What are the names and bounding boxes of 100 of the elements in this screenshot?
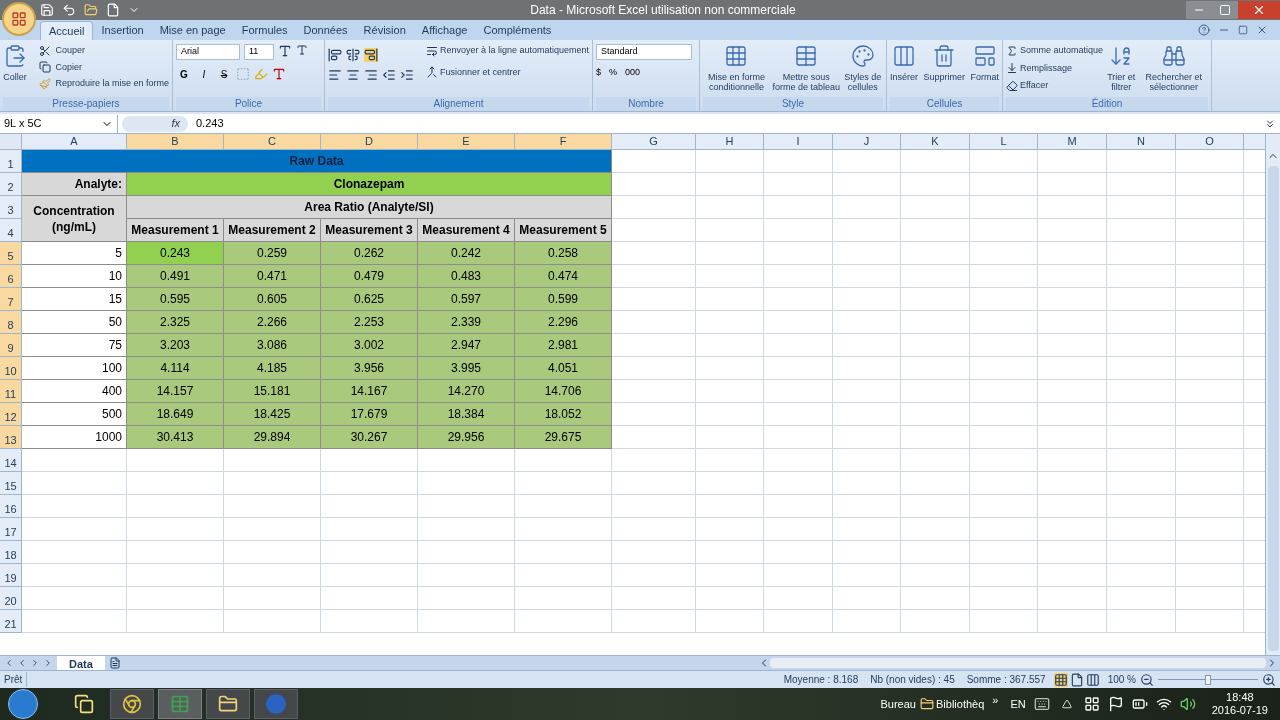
ribbon-tab[interactable]: Compléments <box>475 21 560 40</box>
clipboard-button[interactable]: Couper <box>39 44 169 58</box>
office-button[interactable] <box>2 2 36 36</box>
font-style-button[interactable]: G <box>176 66 192 82</box>
column-header[interactable]: H <box>696 134 764 150</box>
row-header[interactable]: 11 <box>0 380 22 403</box>
editing-button[interactable]: Somme automatique <box>1006 44 1104 58</box>
folder-icon[interactable] <box>84 3 98 17</box>
more-toolbars[interactable]: » <box>992 692 999 709</box>
toolbar-label[interactable]: Bibliothèq <box>936 695 985 713</box>
page-layout-icon[interactable] <box>1069 672 1084 687</box>
ribbon-tab[interactable]: Formules <box>233 21 296 40</box>
font-family-field[interactable]: Arial <box>176 44 240 60</box>
row-header[interactable]: 1 <box>0 150 22 173</box>
column-header[interactable]: A <box>22 134 127 150</box>
row-header[interactable]: 20 <box>0 587 22 610</box>
number-format-button[interactable]: 000 <box>625 66 641 80</box>
font-color-icon[interactable] <box>272 67 286 81</box>
font-size-field[interactable]: 11 <box>244 44 274 60</box>
row-header[interactable]: 5 <box>0 242 22 265</box>
expand-icon[interactable] <box>1264 117 1276 130</box>
row-header[interactable]: 6 <box>0 265 22 288</box>
zoom-out-icon[interactable] <box>1140 672 1154 687</box>
ribbon-tab[interactable]: Données <box>295 21 356 40</box>
ribbon-tab[interactable]: Révision <box>355 21 414 40</box>
clipboard-button[interactable]: Copier <box>39 60 169 74</box>
windows-icon[interactable] <box>1083 696 1100 712</box>
taskbar-button[interactable] <box>206 689 250 719</box>
column-header[interactable]: E <box>418 134 515 150</box>
editing-button[interactable]: Remplissage <box>1006 61 1104 75</box>
start-button[interactable] <box>8 689 38 719</box>
editing-button[interactable]: Effacer <box>1006 79 1104 93</box>
row-header[interactable]: 19 <box>0 564 22 587</box>
cells-button[interactable]: Insérer <box>890 44 918 82</box>
column-header[interactable]: M <box>1038 134 1107 150</box>
column-header[interactable]: G <box>612 134 696 150</box>
editing-button[interactable]: Rechercher et sélectionner <box>1139 44 1208 92</box>
save-icon[interactable] <box>40 3 54 17</box>
ribbon-tab[interactable]: Mise en page <box>151 21 234 40</box>
cells-button[interactable]: Format <box>970 44 999 82</box>
restore-icon[interactable] <box>1238 25 1248 35</box>
row-header[interactable]: 9 <box>0 334 22 357</box>
taskbar-button[interactable] <box>110 689 154 719</box>
name-box[interactable]: 9L x 5C <box>0 114 118 133</box>
column-header[interactable]: O <box>1176 134 1244 150</box>
ribbon-tab[interactable]: Insertion <box>93 21 152 40</box>
number-format-button[interactable]: $ <box>596 66 601 80</box>
align-right-icon[interactable] <box>364 68 378 82</box>
font-style-button[interactable]: S <box>216 66 232 82</box>
vertical-scrollbar[interactable] <box>1265 134 1280 655</box>
cells-button[interactable]: Supprimer <box>923 44 965 82</box>
paste-button[interactable]: Coller <box>3 44 27 82</box>
number-format-field[interactable]: Standard <box>596 44 692 60</box>
restore-button[interactable] <box>1212 1 1238 19</box>
zoom-slider[interactable] <box>1158 673 1258 686</box>
page-break-icon[interactable] <box>1085 672 1100 687</box>
column-header[interactable]: J <box>833 134 901 150</box>
column-header[interactable]: C <box>224 134 321 150</box>
row-header[interactable]: 2 <box>0 173 22 196</box>
row-header[interactable]: 8 <box>0 311 22 334</box>
row-header[interactable]: 13 <box>0 426 22 449</box>
editing-button[interactable]: Trier et filtrer <box>1105 44 1138 92</box>
tray-expand-icon[interactable] <box>1061 699 1072 709</box>
row-header[interactable]: 7 <box>0 288 22 311</box>
sheet-tab[interactable]: Data <box>57 655 105 671</box>
row-header[interactable]: 15 <box>0 472 22 495</box>
outdent-icon[interactable] <box>382 68 396 82</box>
new-file-icon[interactable] <box>106 3 120 17</box>
font-style-button[interactable]: I <box>196 66 212 82</box>
column-header[interactable]: D <box>321 134 418 150</box>
row-header[interactable]: 16 <box>0 495 22 518</box>
formula-field[interactable]: 0.243 <box>192 115 1264 132</box>
undo-icon[interactable] <box>62 3 76 17</box>
column-header[interactable]: F <box>515 134 612 150</box>
row-header[interactable]: 12 <box>0 403 22 426</box>
zoom-in-icon[interactable] <box>1262 672 1276 687</box>
column-header[interactable]: K <box>901 134 970 150</box>
close-button[interactable] <box>1238 1 1280 19</box>
number-format-button[interactable]: % <box>609 66 618 80</box>
row-header[interactable]: 21 <box>0 610 22 633</box>
shrink-font-icon[interactable] <box>296 44 308 56</box>
grow-font-icon[interactable] <box>278 44 292 58</box>
row-header[interactable]: 18 <box>0 541 22 564</box>
align-center-icon[interactable] <box>346 68 360 82</box>
signal-icon[interactable] <box>1155 696 1172 712</box>
clipboard-button[interactable]: Reproduire la mise en forme <box>39 77 169 91</box>
normal-view-icon[interactable] <box>1053 672 1068 687</box>
new-sheet-icon[interactable] <box>108 657 121 669</box>
style-button[interactable]: Mettre sous forme de tableau <box>771 44 841 92</box>
indent-icon[interactable] <box>400 68 414 82</box>
close-icon[interactable] <box>1256 24 1268 36</box>
column-header[interactable]: B <box>127 134 224 150</box>
fill-color-icon[interactable] <box>254 67 268 81</box>
help-icon[interactable] <box>1198 24 1210 36</box>
row-header[interactable]: 4 <box>0 219 22 242</box>
ribbon-tab[interactable]: Affichage <box>413 21 476 40</box>
merge-button[interactable]: Fusionner et centrer <box>425 65 589 79</box>
column-header[interactable]: N <box>1107 134 1176 150</box>
flag-icon[interactable] <box>1107 696 1124 712</box>
ribbon-tab[interactable]: Accueil <box>40 21 94 40</box>
